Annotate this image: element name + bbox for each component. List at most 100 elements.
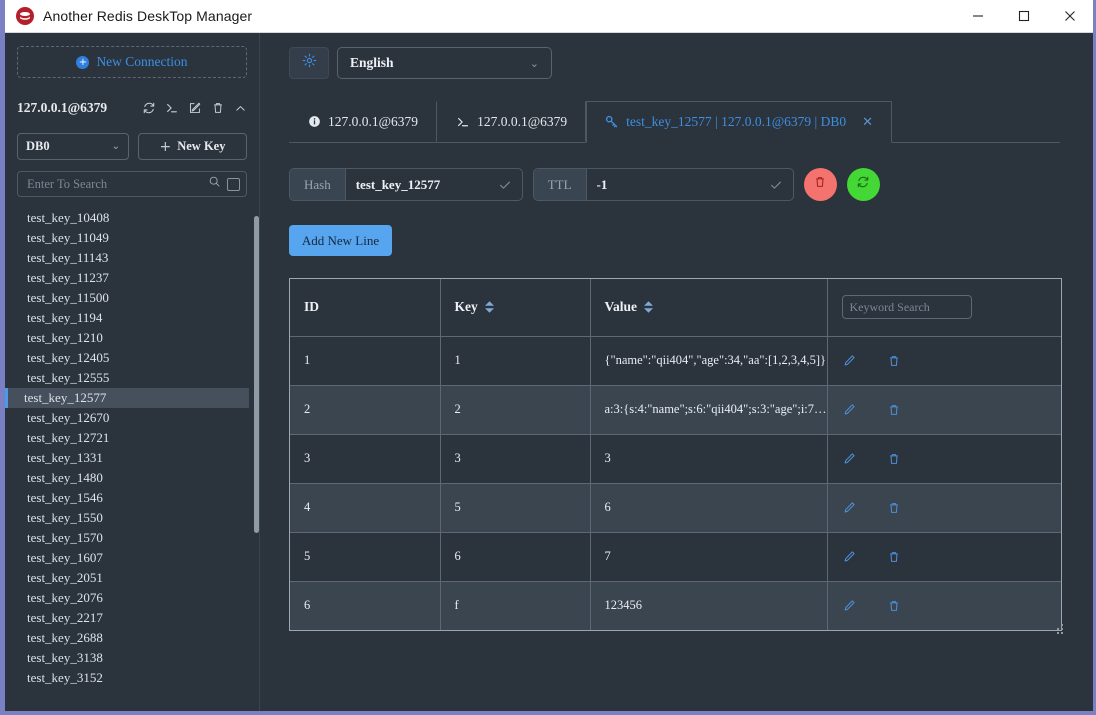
settings-button[interactable] xyxy=(289,47,329,79)
key-list-item[interactable]: test_key_1210 xyxy=(5,328,259,348)
key-list-item[interactable]: test_key_11049 xyxy=(5,228,259,248)
column-header-key[interactable]: Key xyxy=(440,279,590,336)
add-new-line-label: Add New Line xyxy=(302,233,379,249)
keyword-search-box[interactable] xyxy=(842,295,972,319)
key-list-item[interactable]: test_key_12577 xyxy=(5,388,249,408)
delete-icon[interactable] xyxy=(887,550,901,564)
delete-icon[interactable] xyxy=(887,599,901,613)
key-list-item[interactable]: test_key_1331 xyxy=(5,448,259,468)
key-list-item[interactable]: test_key_12555 xyxy=(5,368,259,388)
close-button[interactable] xyxy=(1047,0,1093,32)
tab-3[interactable]: test_key_12577 | 127.0.0.1@6379 | DB0✕ xyxy=(586,101,892,143)
key-list-item[interactable]: test_key_3138 xyxy=(5,648,259,668)
ttl-confirm-icon[interactable] xyxy=(765,169,793,200)
edit-icon[interactable] xyxy=(842,501,856,515)
cell-key: 1 xyxy=(440,336,590,385)
keyword-search-input[interactable] xyxy=(850,300,964,315)
column-header-id-label: ID xyxy=(304,299,319,315)
refresh-icon[interactable] xyxy=(142,101,156,115)
tab-label: 127.0.0.1@6379 xyxy=(477,114,567,130)
ttl-input-group: TTL xyxy=(533,168,794,201)
key-name-field[interactable] xyxy=(346,169,494,200)
tab-2[interactable]: 127.0.0.1@6379 xyxy=(437,101,586,142)
key-list-item[interactable]: test_key_1194 xyxy=(5,308,259,328)
sort-value-icon[interactable] xyxy=(644,301,653,313)
refresh-key-button[interactable] xyxy=(847,168,880,201)
key-list-item[interactable]: test_key_1480 xyxy=(5,468,259,488)
key-list-item[interactable]: test_key_2076 xyxy=(5,588,259,608)
search-icon[interactable] xyxy=(208,175,221,193)
db-select[interactable]: DB0 ⌄ xyxy=(17,133,129,160)
connection-row[interactable]: 127.0.0.1@6379 xyxy=(5,97,259,119)
key-list-item[interactable]: test_key_11143 xyxy=(5,248,259,268)
connection-actions xyxy=(142,101,247,115)
key-list-item[interactable]: test_key_10408 xyxy=(5,208,259,228)
key-confirm-icon[interactable] xyxy=(494,169,522,200)
add-new-line-button[interactable]: Add New Line xyxy=(289,225,392,256)
cell-actions xyxy=(827,581,1061,630)
table-row[interactable]: 456 xyxy=(290,483,1061,532)
key-list-item[interactable]: test_key_12721 xyxy=(5,428,259,448)
cell-id: 4 xyxy=(290,483,440,532)
tab-1[interactable]: 127.0.0.1@6379 xyxy=(289,101,437,142)
key-list-item[interactable]: test_key_1546 xyxy=(5,488,259,508)
key-list-item[interactable]: test_key_12670 xyxy=(5,408,259,428)
table-row[interactable]: 333 xyxy=(290,434,1061,483)
key-list-item[interactable]: test_key_3152 xyxy=(5,668,259,688)
key-search-box[interactable] xyxy=(17,171,247,197)
search-input[interactable] xyxy=(27,177,202,192)
delete-icon[interactable] xyxy=(887,452,901,466)
edit-icon[interactable] xyxy=(188,101,202,115)
key-list-item[interactable]: test_key_2688 xyxy=(5,628,259,648)
new-key-button[interactable]: + New Key xyxy=(138,133,247,160)
sidebar-scrollbar[interactable] xyxy=(254,216,259,533)
maximize-button[interactable] xyxy=(1001,0,1047,32)
key-list[interactable]: test_key_10408test_key_11049test_key_111… xyxy=(5,208,259,711)
key-list-item[interactable]: test_key_2051 xyxy=(5,568,259,588)
key-list-item[interactable]: test_key_11237 xyxy=(5,268,259,288)
key-name-input[interactable] xyxy=(356,177,484,193)
minimize-button[interactable] xyxy=(955,0,1001,32)
sort-key-icon[interactable] xyxy=(485,301,494,313)
key-list-item[interactable]: test_key_11500 xyxy=(5,288,259,308)
new-connection-button[interactable]: + New Connection xyxy=(17,46,247,78)
delete-icon[interactable] xyxy=(887,354,901,368)
exact-match-checkbox[interactable] xyxy=(227,178,240,191)
edit-icon[interactable] xyxy=(842,599,856,613)
cell-actions xyxy=(827,434,1061,483)
edit-icon[interactable] xyxy=(842,452,856,466)
tab-close-icon[interactable]: ✕ xyxy=(862,115,873,130)
language-select[interactable]: English ⌄ xyxy=(337,47,552,79)
key-list-item[interactable]: test_key_1570 xyxy=(5,528,259,548)
key-list-item[interactable]: test_key_12405 xyxy=(5,348,259,368)
trash-icon xyxy=(813,175,827,194)
terminal-icon[interactable] xyxy=(165,101,179,115)
edit-icon[interactable] xyxy=(842,550,856,564)
column-header-value[interactable]: Value xyxy=(590,279,827,336)
collapse-icon[interactable] xyxy=(234,102,247,115)
table-row[interactable]: 22a:3:{s:4:"name";s:6:"qii404";s:3:"age"… xyxy=(290,385,1061,434)
table-resize-grip[interactable] xyxy=(1054,625,1063,634)
edit-icon[interactable] xyxy=(842,403,856,417)
delete-icon[interactable] xyxy=(887,403,901,417)
table-row[interactable]: 567 xyxy=(290,532,1061,581)
key-list-item[interactable]: test_key_1550 xyxy=(5,508,259,528)
key-toolbar: Hash TTL xyxy=(289,168,1093,201)
redis-logo-icon xyxy=(16,7,34,25)
cell-actions xyxy=(827,532,1061,581)
key-list-item[interactable]: test_key_2217 xyxy=(5,608,259,628)
column-header-actions xyxy=(827,279,1061,336)
table-row[interactable]: 6f123456 xyxy=(290,581,1061,630)
key-list-item[interactable]: test_key_1607 xyxy=(5,548,259,568)
delete-key-button[interactable] xyxy=(804,168,837,201)
ttl-input[interactable] xyxy=(597,177,755,193)
delete-icon[interactable] xyxy=(211,101,225,115)
table-row[interactable]: 11{"name":"qii404","age":34,"aa":[1,2,3,… xyxy=(290,336,1061,385)
delete-icon[interactable] xyxy=(887,501,901,515)
edit-icon[interactable] xyxy=(842,354,856,368)
column-header-id: ID xyxy=(290,279,440,336)
cell-key: 3 xyxy=(440,434,590,483)
key-input-group: Hash xyxy=(289,168,523,201)
panel-splitter[interactable] xyxy=(275,401,279,421)
ttl-field[interactable] xyxy=(587,169,765,200)
